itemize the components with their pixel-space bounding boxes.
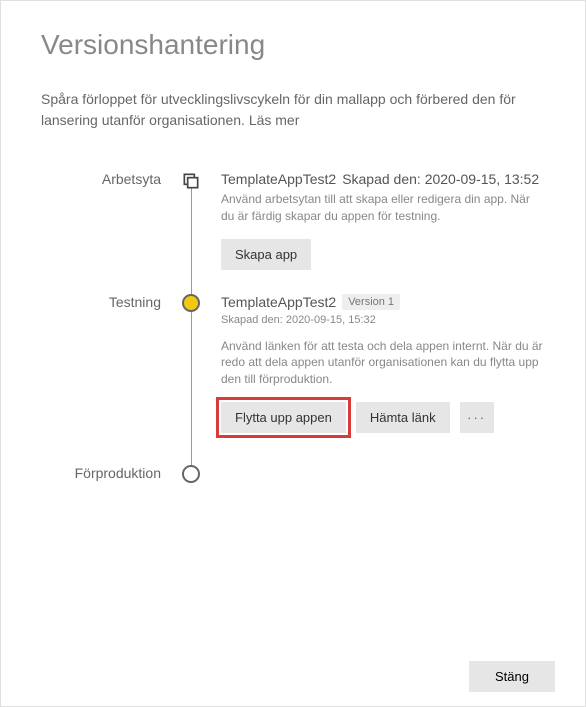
copy-icon — [181, 171, 201, 191]
intro-paragraph: Spåra förloppet för utvecklingslivscykel… — [41, 89, 545, 131]
stage-workspace: Arbetsyta TemplateAppTest2 Skapad den: 2… — [41, 171, 545, 270]
stage-testing-label: Testning — [41, 294, 161, 433]
stage-preprod-label: Förproduktion — [41, 465, 161, 483]
stage-workspace-label: Arbetsyta — [41, 171, 161, 270]
stage-testing: Testning TemplateAppTest2 Version 1 Skap… — [41, 294, 545, 433]
create-app-button[interactable]: Skapa app — [221, 239, 311, 270]
close-button[interactable]: Stäng — [469, 661, 555, 692]
stage-preprod: Förproduktion — [41, 465, 545, 483]
node-testing-active — [182, 294, 200, 312]
workspace-app-name: TemplateAppTest2 — [221, 171, 336, 187]
workspace-description: Använd arbetsytan till att skapa eller r… — [221, 191, 545, 225]
node-preprod-empty — [182, 465, 200, 483]
testing-app-name: TemplateAppTest2 — [221, 294, 336, 310]
version-badge: Version 1 — [342, 294, 400, 310]
testing-description: Använd länken för att testa och dela app… — [221, 338, 545, 388]
page-title: Versionshantering — [41, 29, 545, 61]
timeline: Arbetsyta TemplateAppTest2 Skapad den: 2… — [41, 171, 545, 483]
learn-more-link[interactable]: Läs mer — [249, 112, 300, 128]
get-link-button[interactable]: Hämta länk — [356, 402, 450, 433]
promote-app-button[interactable]: Flytta upp appen — [221, 402, 346, 433]
workspace-created: Skapad den: 2020-09-15, 13:52 — [342, 171, 539, 187]
testing-created: Skapad den: 2020-09-15, 15:32 — [221, 314, 545, 326]
more-actions-button[interactable]: ··· — [460, 402, 494, 433]
